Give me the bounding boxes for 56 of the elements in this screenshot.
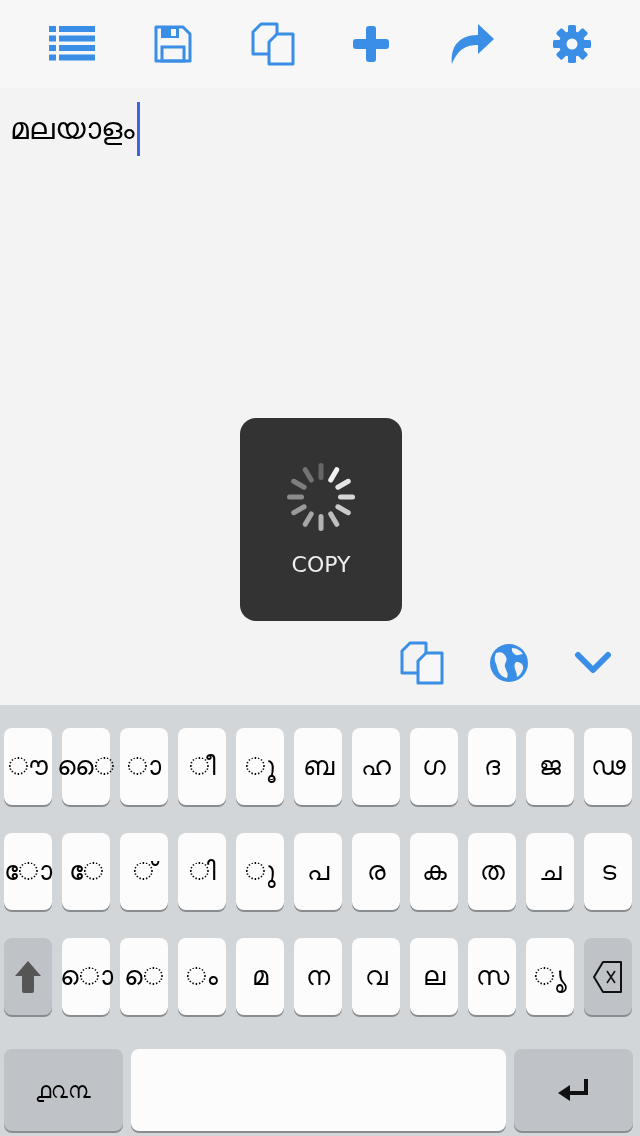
plus-icon bbox=[353, 26, 390, 62]
spinner-icon bbox=[286, 462, 356, 532]
shift-key[interactable] bbox=[4, 938, 52, 1015]
backspace-key[interactable] bbox=[584, 938, 632, 1015]
chevron-down-icon bbox=[574, 651, 612, 675]
save-icon bbox=[154, 25, 192, 63]
hide-keyboard-button[interactable] bbox=[574, 651, 612, 675]
list-icon bbox=[49, 26, 96, 62]
keyboard-key[interactable]: ഹ bbox=[352, 728, 400, 805]
return-arrow-icon bbox=[557, 1079, 590, 1101]
keyboard-key[interactable]: വ bbox=[352, 938, 400, 1015]
keyboard-key[interactable]: ത bbox=[468, 833, 516, 910]
globe-icon bbox=[490, 644, 528, 682]
keyboard-key[interactable]: ം bbox=[178, 938, 226, 1015]
keyboard-key[interactable]: ◌ാ bbox=[120, 728, 168, 805]
keyboard-key[interactable]: ◌േ bbox=[62, 833, 110, 910]
keyboard-key[interactable]: ◌ി bbox=[178, 833, 226, 910]
keyboard-key[interactable]: ര bbox=[352, 833, 400, 910]
shift-arrow-icon bbox=[15, 960, 41, 993]
settings-icon bbox=[552, 25, 591, 63]
copy-label: COPY bbox=[291, 552, 351, 577]
copy-icon bbox=[250, 22, 295, 66]
backspace-icon bbox=[593, 960, 623, 993]
keyboard-key[interactable]: ട bbox=[584, 833, 632, 910]
keyboard-key[interactable]: സ bbox=[468, 938, 516, 1015]
editor-text: മലയാളം bbox=[10, 111, 135, 147]
numbers-key[interactable]: ൧൨൩ bbox=[4, 1049, 123, 1131]
keyboard-key[interactable]: ◌ു bbox=[236, 833, 284, 910]
keyboard-key[interactable]: ജ bbox=[526, 728, 574, 805]
plus-button[interactable] bbox=[353, 26, 390, 62]
keyboard-key[interactable]: മ bbox=[236, 938, 284, 1015]
keyboard-key[interactable]: ക bbox=[410, 833, 458, 910]
keyboard-key[interactable]: ച bbox=[526, 833, 574, 910]
keyboard-key[interactable]: ◌െ bbox=[120, 938, 168, 1015]
keyboard-key[interactable]: ◌ോ bbox=[4, 833, 52, 910]
keyboard-key[interactable]: ◌് bbox=[120, 833, 168, 910]
copy-icon bbox=[400, 641, 444, 685]
keyboard-key[interactable]: ഢ bbox=[584, 728, 632, 805]
keyboard-key[interactable]: ല bbox=[410, 938, 458, 1015]
keyboard-key[interactable]: ◌ൗ bbox=[4, 728, 52, 805]
list-button[interactable] bbox=[49, 26, 96, 62]
settings-button[interactable] bbox=[552, 25, 591, 63]
keyboard-key[interactable]: ദ bbox=[468, 728, 516, 805]
keyboard-key[interactable]: ◌ൃ bbox=[526, 938, 574, 1015]
keyboard-key[interactable]: ◌ൂ bbox=[236, 728, 284, 805]
save-button[interactable] bbox=[154, 25, 192, 63]
keyboard-key[interactable]: ന bbox=[294, 938, 342, 1015]
return-key[interactable] bbox=[514, 1049, 633, 1131]
keyboard-key[interactable]: ◌ീ bbox=[178, 728, 226, 805]
keyboard-key[interactable]: ഗ bbox=[410, 728, 458, 805]
copy-button[interactable] bbox=[400, 641, 444, 685]
globe-button[interactable] bbox=[490, 644, 528, 682]
text-cursor bbox=[137, 102, 140, 156]
keyboard-key[interactable]: ബ bbox=[294, 728, 342, 805]
keyboard-key[interactable]: പ bbox=[294, 833, 342, 910]
copy-button[interactable] bbox=[250, 22, 295, 66]
